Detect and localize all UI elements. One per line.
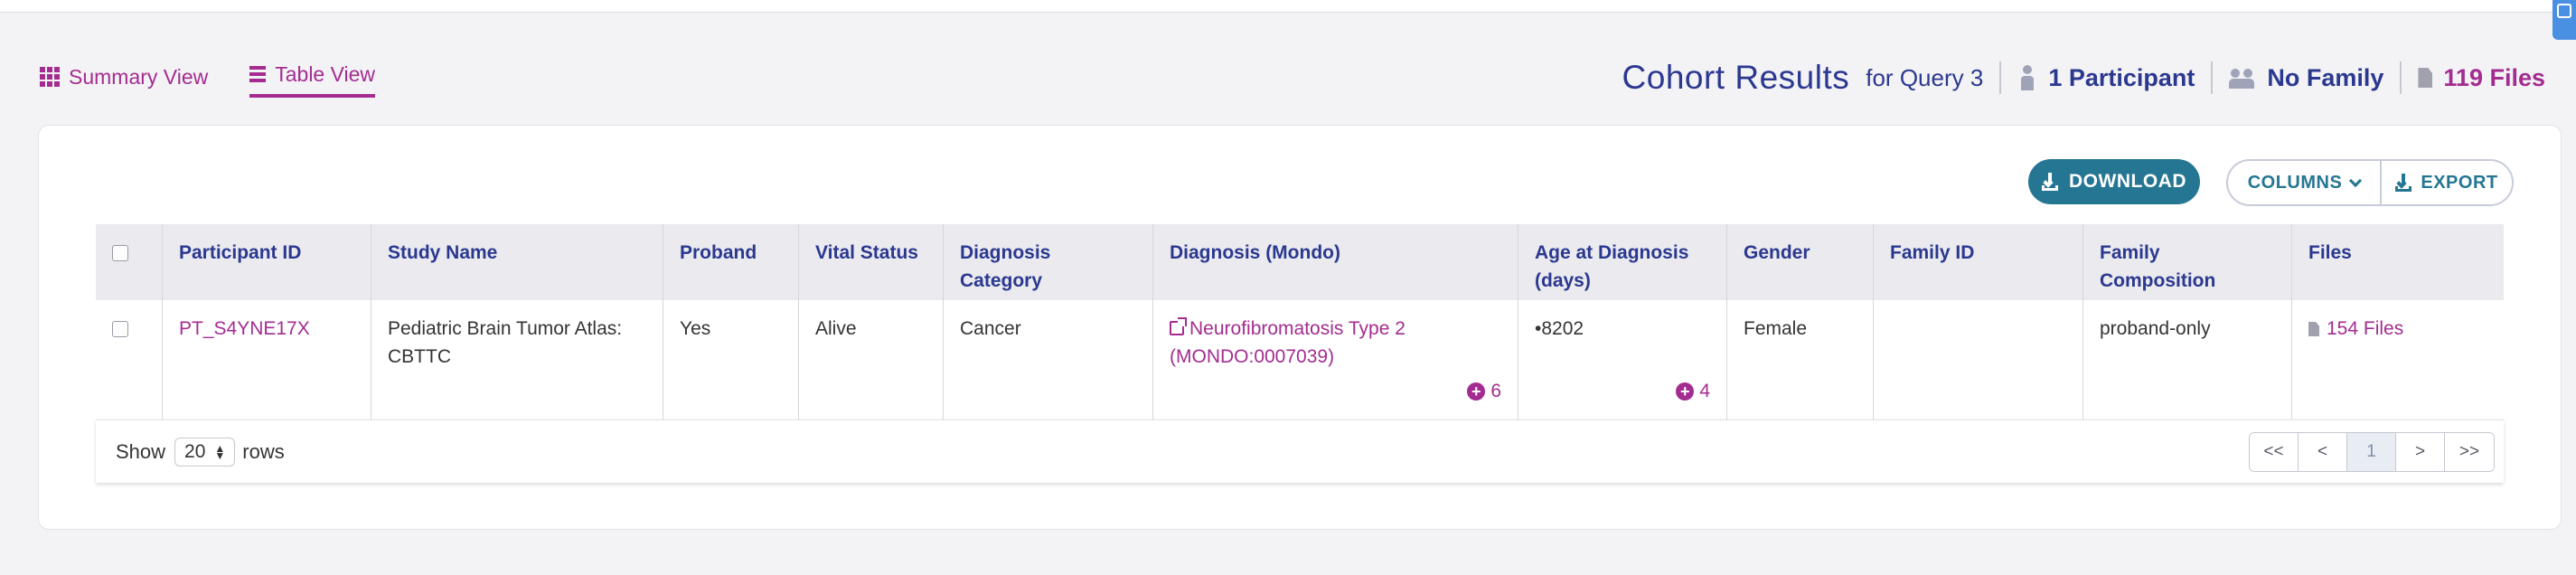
export-icon <box>2395 174 2412 192</box>
prev-page-button[interactable]: < <box>2299 433 2347 471</box>
tab-summary-view-label: Summary View <box>69 64 209 89</box>
age-more-count: 4 <box>1699 381 1710 401</box>
divider <box>2211 61 2214 94</box>
age-at-diagnosis-cell: •8202 + 4 <box>1518 300 1727 419</box>
family-count-label: No Family <box>2267 63 2384 91</box>
diagnosis-mondo-link[interactable]: Neurofibromatosis Type 2 (MONDO:0007039) <box>1170 317 1406 367</box>
table-row: PT_S4YNE17X Pediatric Brain Tumor Atlas:… <box>96 300 2504 419</box>
study-name-cell: Pediatric Brain Tumor Atlas: CBTTC <box>371 300 663 419</box>
vital-status-cell: Alive <box>799 300 944 419</box>
age-at-diagnosis-value: •8202 <box>1535 318 1584 339</box>
participants-table: Participant ID Study Name Proband Vital … <box>96 224 2504 419</box>
row-checkbox[interactable] <box>112 321 128 337</box>
first-page-button[interactable]: << <box>2250 433 2299 471</box>
tab-table-view-label: Table View <box>275 61 376 86</box>
cohort-subtitle: for Query 3 <box>1866 63 1984 91</box>
family-count: No Family <box>2229 64 2383 92</box>
rows-per-page-select[interactable]: 20 ▲ ▼ <box>174 437 236 467</box>
view-switcher: Summary View Table View <box>40 56 376 98</box>
updown-icon: ▲ ▼ <box>214 441 226 462</box>
file-icon <box>2308 322 2319 336</box>
participant-count: 1 Participant <box>2017 64 2195 92</box>
plus-circle-icon: + <box>1467 382 1486 401</box>
header-family-composition[interactable]: Family Composition <box>2083 224 2292 300</box>
download-icon <box>2042 173 2058 191</box>
header-diagnosis-mondo[interactable]: Diagnosis (Mondo) <box>1153 224 1518 300</box>
plus-circle-icon: + <box>1676 382 1695 401</box>
divider <box>2400 61 2402 94</box>
row-select-cell <box>96 300 163 419</box>
download-label: DOWNLOAD <box>2069 171 2186 192</box>
diagnosis-more-button[interactable]: + 6 <box>1467 377 1501 405</box>
files-cell: 154 Files <box>2292 300 2504 419</box>
download-button[interactable]: DOWNLOAD <box>2028 159 2200 204</box>
pager: << < 1 > >> <box>2249 432 2495 472</box>
rows-per-page-value: 20 <box>184 440 206 462</box>
cohort-header: Cohort Results for Query 3 1 Participant… <box>1622 54 2545 101</box>
participant-count-label: 1 Participant <box>2048 63 2195 91</box>
columns-label: COLUMNS <box>2247 172 2343 193</box>
header-vital-status[interactable]: Vital Status <box>799 224 944 300</box>
diagnosis-mondo-cell: Neurofibromatosis Type 2 (MONDO:0007039)… <box>1153 300 1518 419</box>
header-participant-id[interactable]: Participant ID <box>163 224 371 300</box>
file-count: 119 Files <box>2418 64 2545 92</box>
next-page-button[interactable]: > <box>2396 433 2445 471</box>
chevron-down-icon <box>2349 174 2363 187</box>
file-count-label: 119 Files <box>2443 63 2545 91</box>
age-more-button[interactable]: + 4 <box>1676 377 1710 405</box>
participant-id-cell: PT_S4YNE17X <box>163 300 371 419</box>
files-link[interactable]: 154 Files <box>2308 318 2403 339</box>
tab-summary-view[interactable]: Summary View <box>40 56 208 98</box>
header-gender[interactable]: Gender <box>1727 224 1874 300</box>
family-icon <box>2229 67 2256 89</box>
external-link-icon <box>1170 317 1187 335</box>
header-age-at-diagnosis[interactable]: Age at Diagnosis (days) <box>1518 224 1727 300</box>
header-proband[interactable]: Proband <box>663 224 799 300</box>
gender-cell: Female <box>1727 300 1874 419</box>
table-header: Participant ID Study Name Proband Vital … <box>96 224 2504 300</box>
rows-label: rows <box>242 439 285 463</box>
family-composition-cell: proband-only <box>2083 300 2292 419</box>
proband-cell: Yes <box>663 300 799 419</box>
participant-id-link[interactable]: PT_S4YNE17X <box>179 318 310 339</box>
corner-widget-icon[interactable] <box>2552 0 2576 40</box>
tab-table-view[interactable]: Table View <box>249 56 376 98</box>
table-actions: COLUMNS EXPORT <box>2226 159 2514 206</box>
select-all-checkbox[interactable] <box>112 245 128 261</box>
list-icon <box>249 66 267 82</box>
header-family-id[interactable]: Family ID <box>1874 224 2083 300</box>
export-button[interactable]: EXPORT <box>2382 161 2512 204</box>
header-study-name[interactable]: Study Name <box>371 224 663 300</box>
file-icon <box>2418 68 2433 88</box>
page-1-button[interactable]: 1 <box>2347 433 2396 471</box>
header-select-all <box>96 224 163 300</box>
diagnosis-more-count: 6 <box>1490 381 1501 401</box>
show-label: Show <box>116 439 166 463</box>
diagnosis-mondo-text: Neurofibromatosis Type 2 (MONDO:0007039) <box>1170 318 1406 367</box>
header-files[interactable]: Files <box>2292 224 2504 300</box>
columns-button[interactable]: COLUMNS <box>2228 161 2382 204</box>
export-label: EXPORT <box>2421 172 2498 193</box>
divider <box>1999 61 2002 94</box>
grid-icon <box>40 67 60 87</box>
pagination-bar: Show 20 ▲ ▼ rows << < 1 > >> <box>96 419 2504 483</box>
participant-icon <box>2017 65 2037 90</box>
last-page-button[interactable]: >> <box>2445 433 2494 471</box>
family-id-cell <box>1874 300 2083 419</box>
diagnosis-category-cell: Cancer <box>944 300 1153 419</box>
files-link-label: 154 Files <box>2327 318 2404 339</box>
header-diagnosis-category[interactable]: Diagnosis Category <box>944 224 1153 300</box>
top-bar <box>0 0 2576 13</box>
cohort-title: Cohort Results <box>1622 59 1850 96</box>
